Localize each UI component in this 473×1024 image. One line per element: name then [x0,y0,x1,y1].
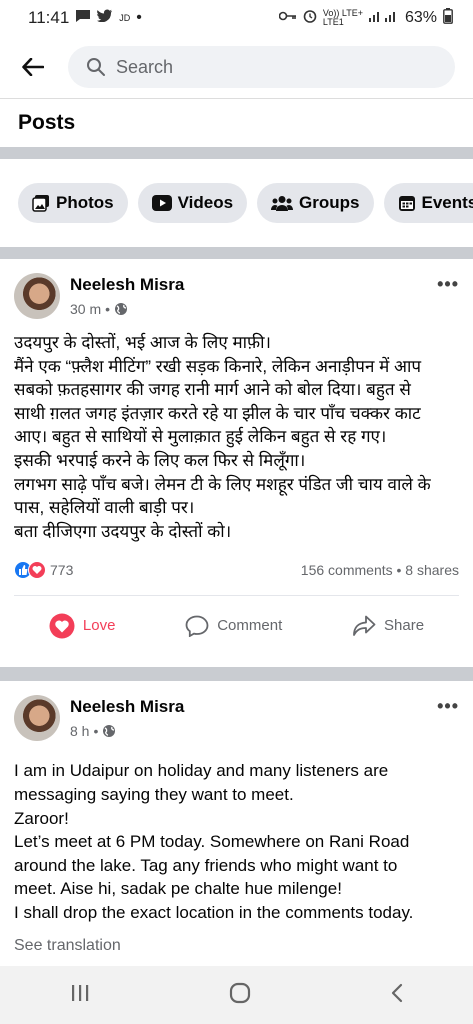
filter-chips: Photos Videos Groups Events [0,159,473,247]
status-time: 11:41 [28,8,70,27]
love-label: Love [82,617,116,635]
status-bar: 11:41 JD • Vo)) LTE+ LTE1 63% [0,0,473,36]
photos-icon [32,195,49,212]
chip-label: Events [421,193,473,212]
post-line: Zaroor! [14,808,69,828]
chip-label: Groups [299,193,360,212]
post-time-row: 30 m • [70,301,437,317]
love-icon [49,613,75,639]
key-icon [278,9,297,27]
comment-icon [185,615,209,637]
more-options-icon[interactable]: ••• [437,275,459,293]
post-line: साथी ग़लत जगह इंतज़ार करते रहे या झील के… [14,403,421,423]
avatar[interactable] [14,695,60,742]
chip-label: Videos [177,193,234,212]
groups-icon [271,196,294,211]
globe-icon [115,303,128,315]
share-label: Share [384,617,425,635]
chip-groups[interactable]: Groups [257,183,374,223]
share-button[interactable]: Share [352,615,424,637]
comment-label: Comment [217,617,283,635]
comments-shares[interactable]: 156 comments • 8 shares [301,562,459,578]
post-line: सबको फ़तहसागर की जगह रानी मार्ग आने को ब… [14,380,411,400]
post-text: उदयपुर के दोस्तों, भई आज के लिए माफ़ी। म… [0,319,473,543]
post-actions: Love Comment Share [14,595,459,655]
post-time[interactable]: 8 h [70,723,89,739]
calendar-icon [398,196,415,211]
post-header: Neelesh Misra 8 h • ••• [0,681,473,742]
chip-videos[interactable]: Videos [137,183,248,223]
post-line: meet. Aise hi, sadak pe chalte hue milen… [14,879,342,899]
section-divider [0,147,473,159]
twitter-icon [97,9,113,27]
post-line: पास, सहेलियों वाली बाड़ी पर। [14,498,195,518]
post-line: मैंने एक “फ़्लैश मीटिंग” रखी सड़क किनारे… [14,356,422,376]
post: Neelesh Misra 8 h • ••• I am in Udaipur … [0,681,473,954]
more-options-icon[interactable]: ••• [437,697,459,715]
time-separator: • [93,723,99,740]
recent-apps-icon[interactable] [70,984,90,1007]
post-line: बता दीजिएगा उदयपुर के दोस्तों को। [14,521,232,541]
post: Neelesh Misra 30 m • ••• उदयपुर के दोस्त… [0,259,473,655]
share-icon [353,615,376,636]
post-line: लगभग साढ़े पाँच बजे। लेमन टी के लिए मशहू… [14,474,431,494]
section-divider [0,247,473,259]
signal-icon [368,9,399,27]
love-reaction-icon [28,561,46,580]
status-jd-label: JD [119,12,131,23]
status-dot: • [136,9,142,26]
battery-percent: 63% [404,9,437,26]
comment-button[interactable]: Comment [185,615,282,637]
avatar[interactable] [14,273,60,319]
battery-icon [443,7,453,29]
message-icon [75,9,91,28]
system-nav-bar [0,966,473,1024]
post-line: around the lake. Tag any friends who mig… [14,855,398,875]
author-name[interactable]: Neelesh Misra [70,697,437,717]
chip-events[interactable]: Events [383,183,473,223]
back-nav-icon[interactable] [390,983,404,1008]
home-icon[interactable] [229,982,251,1009]
post-line: इसकी भरपाई करने के लिए कल फिर से मिलूँगा… [14,450,306,470]
post-divider [0,667,473,682]
page-title: Posts [18,111,76,134]
reaction-summary[interactable]: 773 [14,561,74,580]
post-line: I am in Udaipur on holiday and many list… [14,761,389,781]
search-icon [87,58,105,76]
post-text: I am in Udaipur on holiday and many list… [0,741,473,924]
chip-photos[interactable]: Photos [18,183,128,223]
post-time-row: 8 h • [70,723,437,739]
video-icon [151,195,172,211]
post-line: उदयपुर के दोस्तों, भई आज के लिए माफ़ी। [14,333,271,352]
see-translation-link[interactable]: See translation [0,925,473,955]
back-button[interactable] [18,52,48,82]
post-line: Let’s meet at 6 PM today. Somewhere on R… [14,832,410,852]
time-separator: • [105,301,111,317]
alarm-icon [303,9,317,28]
top-bar: Search [0,36,473,98]
post-line: messaging saying they want to meet. [14,784,294,804]
post-line: I shall drop the exact location in the c… [14,902,414,922]
search-placeholder: Search [116,56,174,77]
reactions-bar: 773 156 comments • 8 shares [0,543,473,580]
reaction-count: 773 [50,562,74,579]
network-label-bottom: LTE1 [322,17,344,27]
post-header: Neelesh Misra 30 m • ••• [0,259,473,319]
post-time[interactable]: 30 m [70,301,101,317]
network-label: Vo)) LTE+ LTE1 [323,9,363,27]
author-name[interactable]: Neelesh Misra [70,275,437,295]
chip-label: Photos [56,193,114,212]
search-input[interactable]: Search [68,46,455,88]
post-line: आए। बहुत से साथियों से मुलाक़ात हुई लेकि… [14,427,387,447]
love-button[interactable]: Love [49,613,116,639]
back-arrow-icon [22,58,44,76]
globe-icon [103,725,116,738]
